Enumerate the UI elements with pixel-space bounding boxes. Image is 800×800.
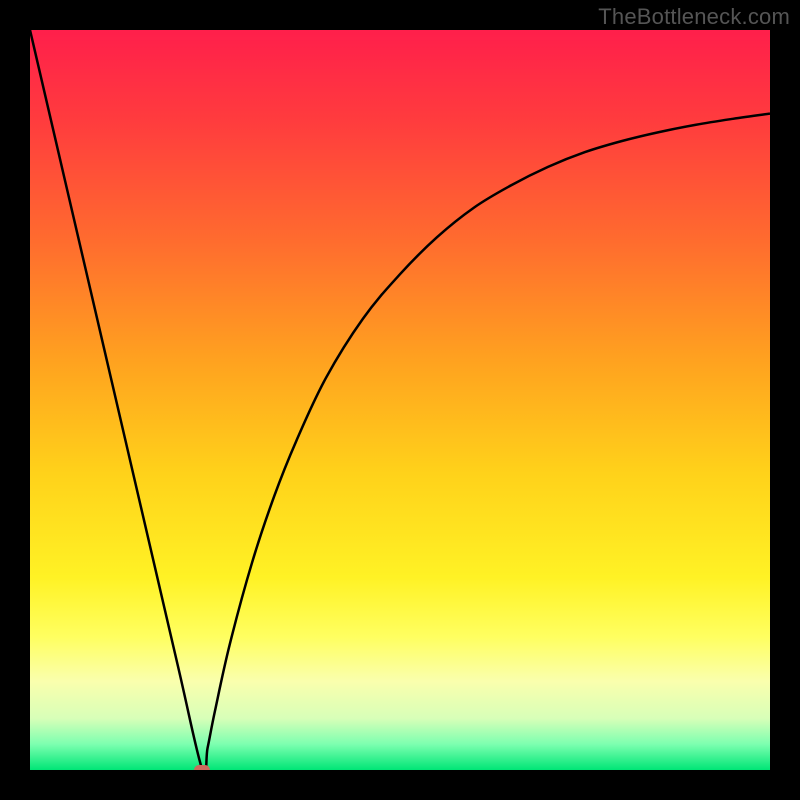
- bottleneck-curve: [30, 30, 770, 770]
- curve-layer: [30, 30, 770, 770]
- chart-frame: TheBottleneck.com: [0, 0, 800, 800]
- plot-area: [30, 30, 770, 770]
- min-marker: [194, 765, 210, 770]
- attribution-text: TheBottleneck.com: [598, 4, 790, 30]
